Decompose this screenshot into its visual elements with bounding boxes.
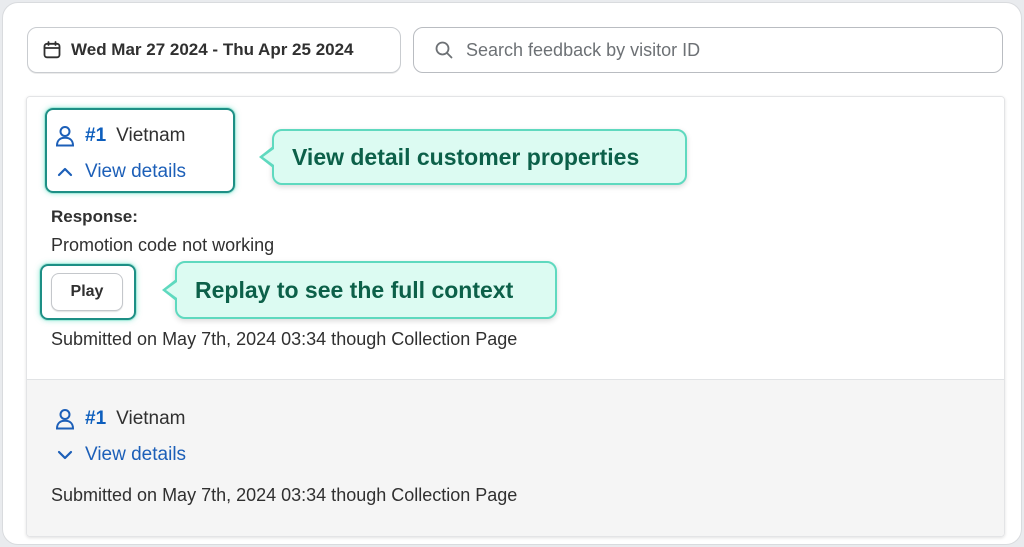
chevron-down-icon [57,449,73,461]
submitted-info: Submitted on May 7th, 2024 03:34 though … [51,485,518,505]
play-highlight [40,264,136,320]
feedback-list: #1 Vietnam View details View detail cust… [26,96,1005,537]
visitor-country: Vietnam [116,408,186,429]
feedback-panel: Wed Mar 27 2024 - Thu Apr 25 2024 #1 Vie… [2,2,1022,545]
response-text: Promotion code not working [51,235,275,255]
view-details-label: View details [85,444,187,465]
search-field[interactable] [413,27,1003,73]
details-callout: View detail customer properties [259,129,687,185]
details-highlight [45,108,235,193]
date-range-picker[interactable]: Wed Mar 27 2024 - Thu Apr 25 2024 [27,27,401,73]
calendar-icon [42,40,62,60]
submitted-info: Submitted on May 7th, 2024 03:34 though … [51,329,518,349]
visitor-id-row: #1 Vietnam [55,408,186,430]
feedback-item: #1 Vietnam View details Submitted on May… [27,380,1004,536]
replay-callout: Replay to see the full context [162,261,557,319]
date-range-label: Wed Mar 27 2024 - Thu Apr 25 2024 [71,40,354,59]
details-callout-text: View detail customer properties [292,143,640,170]
response-label: Response: [51,207,138,226]
search-input[interactable] [466,39,986,61]
view-details-toggle[interactable]: View details [57,444,186,466]
user-icon [55,408,75,430]
visitor-id: #1 [85,408,107,429]
search-icon [434,40,454,60]
feedback-item: #1 Vietnam View details View detail cust… [27,97,1004,380]
replay-callout-text: Replay to see the full context [195,276,514,303]
